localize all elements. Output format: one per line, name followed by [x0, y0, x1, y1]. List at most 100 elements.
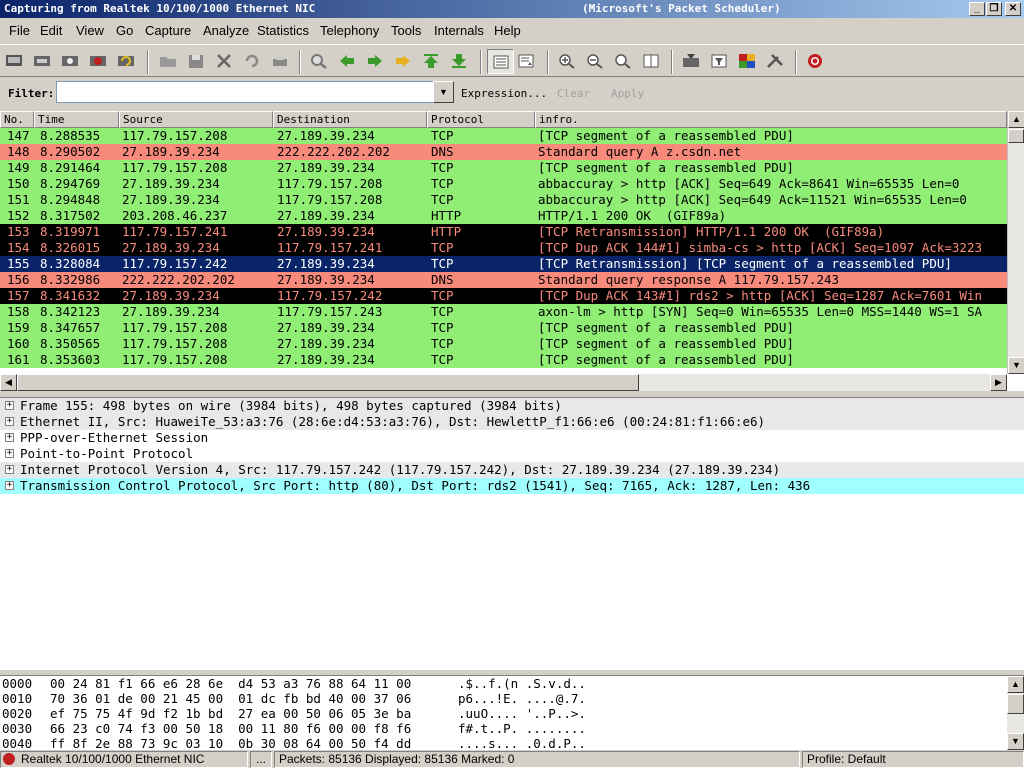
expand-icon[interactable]: + [5, 481, 14, 490]
zoom-out-icon[interactable] [585, 51, 605, 71]
status-expert-button[interactable]: ... [250, 751, 272, 768]
reload-icon[interactable] [242, 51, 262, 71]
column-header-no[interactable]: No. [0, 111, 34, 128]
column-header-info[interactable]: infro. [535, 111, 1007, 128]
menu-internals[interactable]: Internals [434, 23, 484, 38]
packet-list-horizontal-scrollbar[interactable]: ◀ ▶ [0, 374, 1007, 391]
forward-icon[interactable] [365, 51, 385, 71]
restart-icon[interactable] [116, 51, 136, 71]
menu-edit[interactable]: Edit [40, 23, 62, 38]
colorize-icon[interactable] [487, 49, 514, 74]
zoom-in-icon[interactable] [557, 51, 577, 71]
expand-icon[interactable]: + [5, 465, 14, 474]
scroll-up-button[interactable]: ▲ [1008, 111, 1024, 128]
apply-button[interactable]: Apply [611, 87, 644, 100]
interfaces-icon[interactable] [4, 51, 24, 71]
packet-row[interactable]: 157 8.341632 27.189.39.234 117.79.157.242 TC… [0, 288, 1007, 304]
zoom-normal-icon[interactable] [613, 51, 633, 71]
menu-tools[interactable]: Tools [391, 23, 421, 38]
column-header-destination[interactable]: Destination [273, 111, 427, 128]
close-button[interactable]: ✕ [1005, 2, 1021, 16]
packet-row[interactable]: 155 8.328084 117.79.157.242 27.189.39.234 TC… [0, 256, 1007, 272]
detail-row-ppp[interactable]: + Point-to-Point Protocol [0, 446, 1024, 462]
expression-button[interactable]: Expression... [461, 87, 547, 100]
hex-bytes: 70 36 01 de 00 21 45 00 01 dc fb bd 40 0… [50, 691, 412, 706]
menu-file[interactable]: File [9, 23, 30, 38]
scroll-down-button[interactable]: ▼ [1008, 357, 1024, 374]
scroll-up-button[interactable]: ▲ [1007, 676, 1024, 693]
scrollbar-thumb[interactable] [1008, 129, 1024, 143]
detail-row-ethernet[interactable]: + Ethernet II, Src: HuaweiTe_53:a3:76 (28… [0, 414, 1024, 430]
scrollbar-thumb[interactable] [1007, 694, 1024, 714]
close-file-icon[interactable] [214, 51, 234, 71]
packet-row[interactable]: 156 8.332986 222.222.202.202 27.189.39.234 D… [0, 272, 1007, 288]
packet-list-vertical-scrollbar[interactable]: ▲ ▼ [1007, 111, 1024, 374]
detail-row-pppoe[interactable]: + PPP-over-Ethernet Session [0, 430, 1024, 446]
expand-icon[interactable]: + [5, 433, 14, 442]
column-header-source[interactable]: Source [119, 111, 273, 128]
menu-telephony[interactable]: Telephony [320, 23, 379, 38]
display-filters-icon[interactable] [709, 51, 729, 71]
menu-help[interactable]: Help [494, 23, 521, 38]
packet-row[interactable]: 160 8.350565 117.79.157.208 27.189.39.234 TC… [0, 336, 1007, 352]
status-profile[interactable]: Profile: Default [802, 751, 1024, 768]
detail-row-ipv4[interactable]: + Internet Protocol Version 4, Src: 117.7… [0, 462, 1024, 478]
filter-dropdown-button[interactable]: ▼ [433, 81, 454, 103]
packet-row[interactable]: 158 8.342123 27.189.39.234 117.79.157.243 TC… [0, 304, 1007, 320]
packet-row[interactable]: 161 8.353603 117.79.157.208 27.189.39.234 TC… [0, 352, 1007, 368]
menu-view[interactable]: View [76, 23, 104, 38]
packet-row[interactable]: 151 8.294848 27.189.39.234 117.79.157.208 TC… [0, 192, 1007, 208]
capture-filters-icon[interactable] [681, 51, 701, 71]
column-header-time[interactable]: Time [34, 111, 119, 128]
filter-input[interactable] [56, 81, 434, 103]
print-icon[interactable] [270, 51, 290, 71]
scrollbar-thumb[interactable] [17, 374, 639, 391]
goto-icon[interactable] [393, 51, 413, 71]
find-icon[interactable] [309, 51, 329, 71]
options-icon[interactable] [32, 51, 52, 71]
expand-icon[interactable]: + [5, 449, 14, 458]
save-icon[interactable] [186, 51, 206, 71]
column-header-protocol[interactable]: Protocol [427, 111, 535, 128]
packet-row[interactable]: 154 8.326015 27.189.39.234 117.79.157.241 TC… [0, 240, 1007, 256]
packet-row[interactable]: 152 8.317502 203.208.46.237 27.189.39.234 HT… [0, 208, 1007, 224]
packet-cell-dst: 27.189.39.234 [277, 224, 375, 239]
packet-row[interactable]: 149 8.291464 117.79.157.208 27.189.39.234 TC… [0, 160, 1007, 176]
clear-button[interactable]: Clear [557, 87, 590, 100]
help-icon[interactable] [805, 51, 825, 71]
stop-icon[interactable] [88, 51, 108, 71]
last-icon[interactable] [449, 51, 469, 71]
menu-analyze[interactable]: Analyze [203, 23, 249, 38]
start-icon[interactable] [60, 51, 80, 71]
bytes-vertical-scrollbar[interactable]: ▲ ▼ [1007, 676, 1024, 750]
packet-row[interactable]: 153 8.319971 117.79.157.241 27.189.39.234 HT… [0, 224, 1007, 240]
menu-capture[interactable]: Capture [145, 23, 191, 38]
packet-row[interactable]: 148 8.290502 27.189.39.234 222.222.202.202 D… [0, 144, 1007, 160]
packet-cell-proto: TCP [431, 304, 454, 319]
expand-icon[interactable]: + [5, 417, 14, 426]
preferences-icon[interactable] [765, 51, 785, 71]
packet-row[interactable]: 159 8.347657 117.79.157.208 27.189.39.234 TC… [0, 320, 1007, 336]
autoscroll-icon[interactable] [516, 51, 536, 71]
scroll-left-button[interactable]: ◀ [0, 374, 17, 391]
scroll-right-button[interactable]: ▶ [990, 374, 1007, 391]
menu-go[interactable]: Go [116, 23, 133, 38]
detail-row-frame[interactable]: + Frame 155: 498 bytes on wire (3984 bits… [0, 398, 1024, 414]
coloring-rules-icon[interactable] [737, 51, 757, 71]
first-icon[interactable] [421, 51, 441, 71]
packet-row[interactable]: 147 8.288535 117.79.157.208 27.189.39.234 TC… [0, 128, 1007, 144]
minimize-button[interactable]: _ [969, 2, 985, 16]
packet-row[interactable]: 150 8.294769 27.189.39.234 117.79.157.208 TC… [0, 176, 1007, 192]
hex-ascii: .uuO.... '..P..>. [458, 706, 586, 721]
scroll-down-button[interactable]: ▼ [1007, 733, 1024, 750]
packet-cell-info: HTTP/1.1 200 OK (GIF89a) [538, 208, 727, 223]
resize-columns-icon[interactable] [641, 51, 661, 71]
back-icon[interactable] [337, 51, 357, 71]
restore-button[interactable]: ❐ [986, 2, 1002, 16]
capture-status-icon[interactable] [3, 753, 15, 765]
menu-statistics[interactable]: Statistics [257, 23, 309, 38]
detail-row-tcp[interactable]: + Transmission Control Protocol, Src Port… [0, 478, 1024, 494]
expand-icon[interactable]: + [5, 401, 14, 410]
packet-cell-proto: TCP [431, 320, 454, 335]
open-icon[interactable] [158, 51, 178, 71]
